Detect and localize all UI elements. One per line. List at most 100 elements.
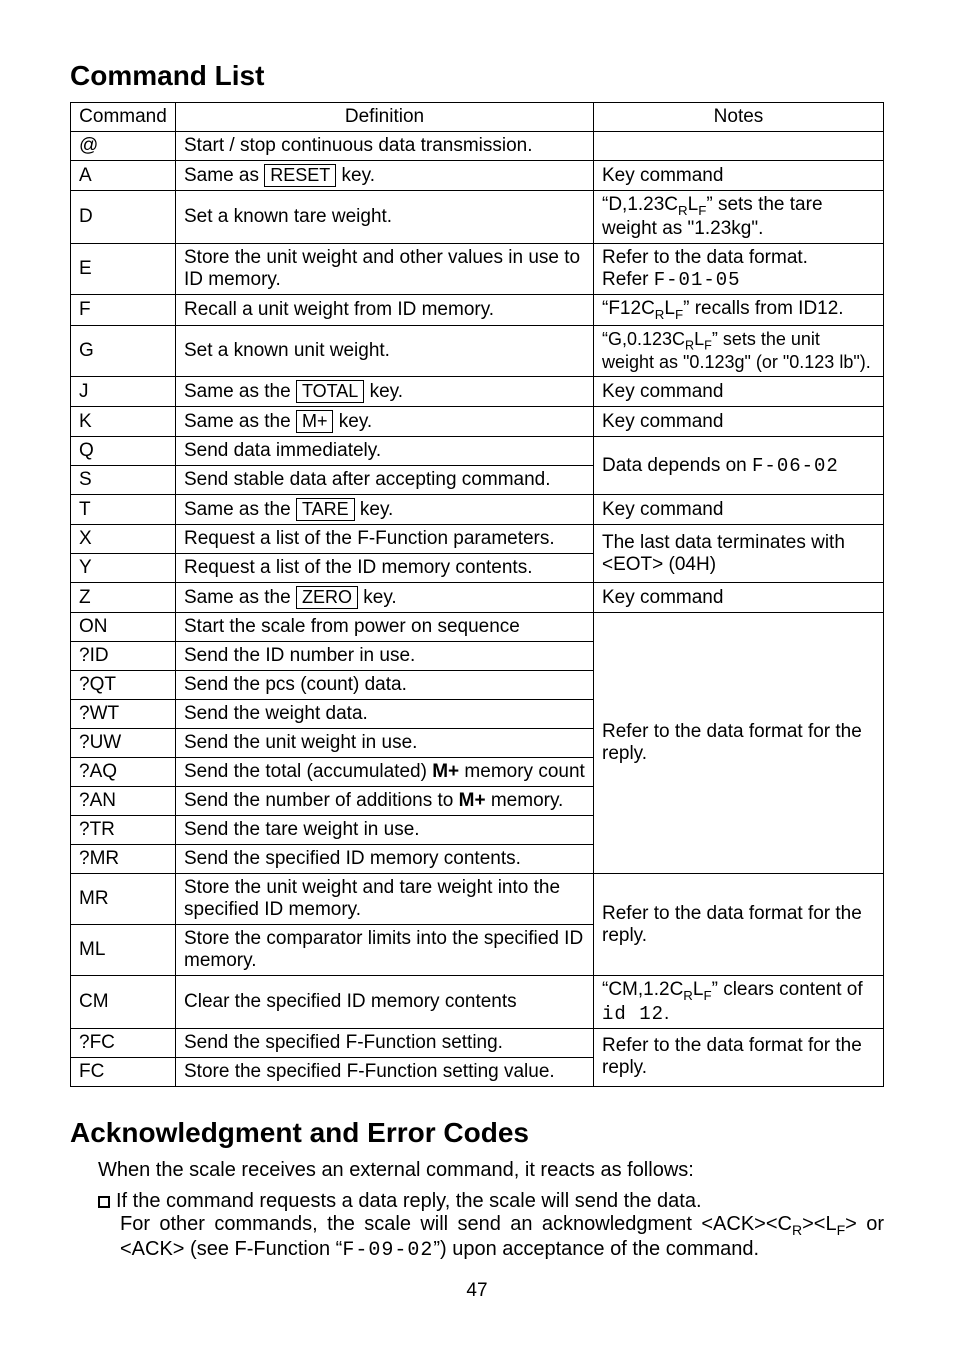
text: Send the number of additions to [184, 790, 459, 811]
notes-cell: Data depends on F-06-02 [594, 437, 884, 495]
text: Data depends on [602, 455, 752, 476]
heading-ack-codes: Acknowledgment and Error Codes [70, 1117, 884, 1149]
cmd-cell: ?ID [71, 642, 176, 671]
text: key. [336, 165, 375, 186]
text: ”) upon acceptance of the command. [433, 1238, 759, 1260]
cmd-cell: D [71, 191, 176, 244]
cmd-cell: ?WT [71, 700, 176, 729]
cmd-cell: ON [71, 613, 176, 642]
def-cell: Recall a unit weight from ID memory. [176, 294, 594, 325]
ack-intro: When the scale receives an external comm… [98, 1159, 884, 1182]
cmd-cell: F [71, 294, 176, 325]
key-mplus: M+ [296, 410, 334, 433]
def-cell: Start / stop continuous data transmissio… [176, 132, 594, 161]
key-total: TOTAL [296, 380, 364, 403]
notes-cell: Key command [594, 583, 884, 613]
cmd-cell: J [71, 377, 176, 407]
text: memory count [459, 761, 585, 782]
text: If the command requests a data reply, th… [116, 1190, 702, 1212]
col-definition: Definition [176, 103, 594, 132]
col-notes: Notes [594, 103, 884, 132]
text-bold: M+ [459, 790, 486, 811]
table-row: A Same as RESET key. Key command [71, 161, 884, 191]
notes-cell: “F12CRLF” recalls from ID12. [594, 294, 884, 325]
notes-cell: Key command [594, 377, 884, 407]
cmd-cell: ?AQ [71, 758, 176, 787]
def-cell: Same as the M+ key. [176, 407, 594, 437]
text: key. [333, 411, 372, 432]
table-row: Z Same as the ZERO key. Key command [71, 583, 884, 613]
cmd-cell: S [71, 466, 176, 495]
col-command: Command [71, 103, 176, 132]
def-cell: Send the tare weight in use. [176, 816, 594, 845]
text-bold: M+ [432, 761, 459, 782]
def-cell: Send the ID number in use. [176, 642, 594, 671]
notes-cell: “G,0.123CRLF” sets the unit weight as "0… [594, 325, 884, 377]
cmd-cell: Z [71, 583, 176, 613]
seg-text: F-09-02 [342, 1239, 433, 1262]
text: memory. [486, 790, 564, 811]
text: ><L [802, 1213, 836, 1235]
table-row: CM Clear the specified ID memory content… [71, 976, 884, 1029]
def-cell: Store the specified F-Function setting v… [176, 1057, 594, 1086]
seg-text: F-01-05 [654, 269, 741, 291]
def-cell: Send the pcs (count) data. [176, 671, 594, 700]
table-row: Q Send data immediately. Data depends on… [71, 437, 884, 466]
def-cell: Send data immediately. [176, 437, 594, 466]
table-row: @ Start / stop continuous data transmiss… [71, 132, 884, 161]
cmd-cell: T [71, 495, 176, 525]
text: For other commands, the scale will send … [120, 1213, 792, 1235]
cmd-cell: ?MR [71, 845, 176, 874]
notes-cell: Refer to the data format. Refer F-01-05 [594, 243, 884, 294]
cmd-cell: Q [71, 437, 176, 466]
notes-cell: Refer to the data format for the reply. [594, 1028, 884, 1086]
cmd-cell: ?FC [71, 1028, 176, 1057]
subscript: F [837, 1222, 846, 1238]
table-row: ON Start the scale from power on sequenc… [71, 613, 884, 642]
def-cell: Send the weight data. [176, 700, 594, 729]
def-cell: Set a known unit weight. [176, 325, 594, 377]
page-number: 47 [70, 1280, 884, 1302]
def-cell: Set a known tare weight. [176, 191, 594, 244]
bullet-item: If the command requests a data reply, th… [98, 1190, 884, 1262]
notes-cell: “CM,1.2CRLF” clears content of id 12. [594, 976, 884, 1029]
table-row: ?FC Send the specified F-Function settin… [71, 1028, 884, 1057]
notes-cell: “D,1.23CRLF” sets the tare weight as "1.… [594, 191, 884, 244]
table-row: D Set a known tare weight. “D,1.23CRLF” … [71, 191, 884, 244]
text: Refer to the data format. [602, 247, 808, 268]
square-bullet-icon [98, 1196, 110, 1208]
def-cell: Request a list of the ID memory contents… [176, 554, 594, 583]
key-reset: RESET [264, 164, 336, 187]
cmd-cell: K [71, 407, 176, 437]
text: . [664, 1003, 669, 1024]
notes-cell: Key command [594, 495, 884, 525]
cmd-cell: ML [71, 925, 176, 976]
text: Send the total (accumulated) [184, 761, 432, 782]
table-row: T Same as the TARE key. Key command [71, 495, 884, 525]
table-row: MR Store the unit weight and tare weight… [71, 874, 884, 925]
cmd-cell: MR [71, 874, 176, 925]
bullet-continuation: For other commands, the scale will send … [98, 1213, 884, 1262]
heading-command-list: Command List [70, 60, 884, 92]
def-cell: Same as the TARE key. [176, 495, 594, 525]
table-row: F Recall a unit weight from ID memory. “… [71, 294, 884, 325]
cmd-cell: @ [71, 132, 176, 161]
def-cell: Request a list of the F-Function paramet… [176, 525, 594, 554]
table-row: J Same as the TOTAL key. Key command [71, 377, 884, 407]
text: Same as the [184, 587, 296, 608]
table-row: G Set a known unit weight. “G,0.123CRLF”… [71, 325, 884, 377]
def-cell: Store the unit weight and tare weight in… [176, 874, 594, 925]
text: Refer [602, 269, 654, 290]
cmd-cell: ?QT [71, 671, 176, 700]
cmd-cell: ?AN [71, 787, 176, 816]
notes-cell: Refer to the data format for the reply. [594, 613, 884, 874]
def-cell: Same as the TOTAL key. [176, 377, 594, 407]
table-header-row: Command Definition Notes [71, 103, 884, 132]
def-cell: Store the unit weight and other values i… [176, 243, 594, 294]
def-cell: Send the total (accumulated) M+ memory c… [176, 758, 594, 787]
def-cell: Start the scale from power on sequence [176, 613, 594, 642]
def-cell: Send stable data after accepting command… [176, 466, 594, 495]
notes-cell: The last data terminates with <EOT> (04H… [594, 525, 884, 583]
text: key. [358, 587, 397, 608]
subscript: R [792, 1222, 802, 1238]
